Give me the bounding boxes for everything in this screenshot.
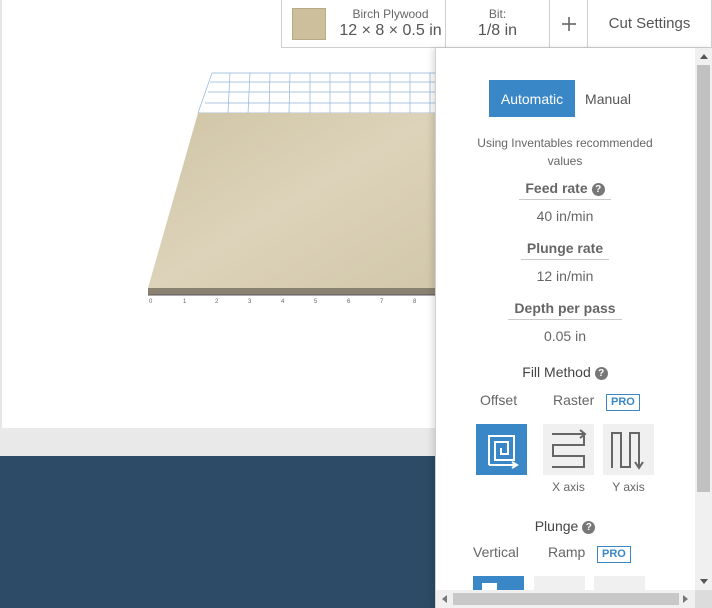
panel-content: Automatic Manual Using Inventables recom…	[436, 48, 694, 596]
depth-per-pass-label: Depth per pass	[456, 300, 674, 320]
fill-y-caption: Y axis	[612, 480, 645, 494]
svg-text:6: 6	[347, 299, 351, 305]
plunge-rate-text: Plunge rate	[520, 240, 610, 260]
fill-x-axis-button[interactable]	[543, 424, 594, 475]
app-root: 0 1 2 3 4 5 6 7 8 Birch Plywood 12 × 8 ×…	[0, 0, 712, 608]
scroll-thumb[interactable]	[697, 65, 710, 492]
help-icon[interactable]: ?	[594, 367, 608, 380]
manual-button[interactable]: Manual	[575, 80, 641, 117]
scroll-right-arrow-icon[interactable]	[683, 595, 688, 603]
svg-text:1: 1	[183, 299, 187, 305]
plus-icon	[561, 16, 576, 31]
feed-rate-text: Feed rate	[525, 180, 588, 196]
board-top	[148, 113, 440, 288]
material-info: Birch Plywood 12 × 8 × 0.5 in	[336, 7, 445, 41]
material-swatch	[292, 7, 326, 40]
plunge-title: Plunge?	[456, 518, 674, 534]
spiral-icon	[488, 435, 519, 469]
depth-per-pass-text: Depth per pass	[508, 300, 622, 320]
bit-value: 1/8 in	[477, 21, 518, 39]
fill-y-axis-button[interactable]	[603, 424, 654, 475]
grid	[197, 72, 440, 114]
recommend-line-1: Using Inventables recommended	[477, 136, 653, 150]
svg-text:8: 8	[413, 299, 417, 305]
svg-text:3: 3	[248, 299, 252, 305]
svg-text:5: 5	[314, 299, 318, 305]
fill-method-title: Fill Method?	[456, 364, 674, 380]
fill-offset-option[interactable]: Offset	[480, 392, 517, 408]
plunge-vertical-option[interactable]: Vertical	[473, 544, 519, 560]
svg-text:0: 0	[149, 299, 153, 305]
recommend-note: Using Inventables recommended values	[456, 134, 674, 170]
fill-raster-option[interactable]: Raster	[553, 392, 594, 408]
add-button[interactable]	[550, 0, 588, 47]
x-axis-raster-icon	[552, 429, 587, 468]
top-toolbar: Birch Plywood 12 × 8 × 0.5 in Bit: 1/8 i…	[281, 0, 712, 48]
vertical-scrollbar[interactable]	[695, 48, 712, 590]
material-selector[interactable]: Birch Plywood 12 × 8 × 0.5 in	[282, 0, 446, 47]
fill-x-caption: X axis	[552, 480, 585, 494]
recommend-line-2: values	[547, 154, 583, 168]
bit-label: Bit:	[488, 6, 507, 21]
mode-toggle: Automatic Manual	[489, 80, 641, 117]
board-edge	[148, 288, 440, 295]
horizontal-scroll-thumb[interactable]	[453, 593, 679, 605]
automatic-button[interactable]: Automatic	[489, 80, 575, 117]
y-axis-raster-icon	[611, 432, 644, 470]
svg-text:7: 7	[380, 299, 384, 305]
help-icon[interactable]: ?	[582, 521, 596, 534]
help-icon[interactable]: ?	[591, 183, 605, 196]
depth-per-pass-value: 0.05 in	[543, 328, 587, 344]
ruler-ticks: 0 1 2 3 4 5 6 7 8	[149, 299, 417, 305]
fill-method-text: Fill Method	[522, 364, 591, 380]
pro-badge: PRO	[597, 546, 631, 563]
material-dimensions: 12 × 8 × 0.5 in	[339, 21, 442, 39]
horizontal-scrollbar[interactable]	[436, 590, 712, 608]
svg-text:2: 2	[215, 299, 219, 305]
plunge-ramp-option[interactable]: Ramp	[548, 544, 585, 560]
pro-badge: PRO	[606, 394, 640, 411]
feed-rate-label: Feed rate?	[456, 180, 674, 200]
scroll-down-arrow-icon[interactable]	[700, 579, 708, 584]
svg-text:4: 4	[281, 299, 285, 305]
plunge-rate-label: Plunge rate	[456, 240, 674, 260]
fill-offset-button[interactable]	[476, 424, 527, 475]
plunge-rate-value: 12 in/min	[536, 268, 594, 284]
plunge-text: Plunge	[534, 518, 579, 534]
scroll-left-arrow-icon[interactable]	[442, 595, 447, 603]
scroll-corner	[695, 590, 712, 608]
cut-settings-button[interactable]: Cut Settings	[588, 0, 711, 47]
scroll-up-arrow-icon[interactable]	[700, 54, 708, 59]
material-name: Birch Plywood	[352, 6, 429, 21]
feed-rate-value: 40 in/min	[536, 208, 594, 224]
cut-settings-panel: Automatic Manual Using Inventables recom…	[435, 48, 712, 608]
bit-selector[interactable]: Bit: 1/8 in	[446, 0, 550, 47]
